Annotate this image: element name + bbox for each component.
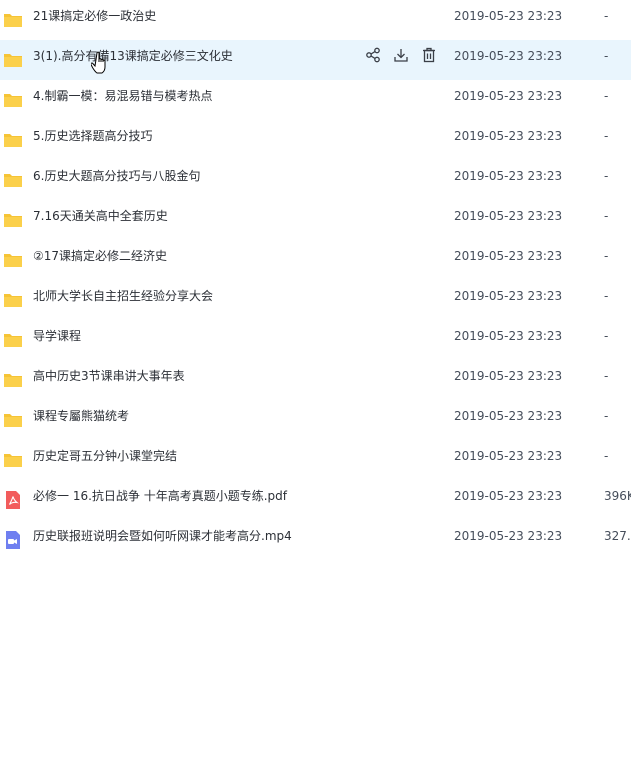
file-row[interactable]: 7.16天通关高中全套历史 2019-05-23 23:23 - <box>0 200 631 240</box>
file-size: 396K <box>604 489 631 503</box>
video-icon <box>3 530 23 550</box>
file-row[interactable]: 21课搞定必修一政治史 2019-05-23 23:23 - <box>0 0 631 40</box>
file-row[interactable]: 导学课程 2019-05-23 23:23 - <box>0 320 631 360</box>
file-name[interactable]: ②17课搞定必修二经济史 <box>33 240 167 272</box>
file-size: - <box>604 249 609 263</box>
file-date: 2019-05-23 23:23 <box>454 209 563 223</box>
file-size: - <box>604 329 609 343</box>
file-row[interactable]: 必修一 16.抗日战争 十年高考真题小题专练.pdf 2019-05-23 23… <box>0 480 631 520</box>
file-name[interactable]: 4.制霸一模：易混易错与模考热点 <box>33 80 212 112</box>
file-date: 2019-05-23 23:23 <box>454 289 563 303</box>
share-icon[interactable] <box>364 46 382 64</box>
file-date: 2019-05-23 23:23 <box>454 9 563 23</box>
file-date: 2019-05-23 23:23 <box>454 49 563 63</box>
file-size: - <box>604 49 609 63</box>
file-name[interactable]: 3(1).高分有備13课搞定必修三文化史 <box>33 40 233 72</box>
folder-icon <box>3 130 23 150</box>
trash-icon[interactable] <box>420 46 438 64</box>
file-row[interactable]: 5.历史选择题高分技巧 2019-05-23 23:23 - <box>0 120 631 160</box>
file-date: 2019-05-23 23:23 <box>454 169 563 183</box>
file-name[interactable]: 历史定哥五分钟小课堂完结 <box>33 440 177 472</box>
file-date: 2019-05-23 23:23 <box>454 449 563 463</box>
file-name[interactable]: 导学课程 <box>33 320 81 352</box>
file-date: 2019-05-23 23:23 <box>454 329 563 343</box>
row-actions <box>364 46 438 66</box>
file-date: 2019-05-23 23:23 <box>454 529 563 543</box>
folder-icon <box>3 410 23 430</box>
file-size: - <box>604 369 609 383</box>
file-name[interactable]: 6.历史大题高分技巧与八股金句 <box>33 160 200 192</box>
file-name[interactable]: 历史联报班说明会暨如何听网课才能考高分.mp4 <box>33 520 292 552</box>
folder-icon <box>3 210 23 230</box>
file-name[interactable]: 高中历史3节课串讲大事年表 <box>33 360 185 392</box>
download-icon[interactable] <box>392 46 410 64</box>
folder-icon <box>3 370 23 390</box>
file-size: - <box>604 409 609 423</box>
folder-icon <box>3 10 23 30</box>
file-name[interactable]: 7.16天通关高中全套历史 <box>33 200 168 232</box>
file-name[interactable]: 课程专屬熊猫统考 <box>33 400 129 432</box>
file-row[interactable]: 历史联报班说明会暨如何听网课才能考高分.mp4 2019-05-23 23:23… <box>0 520 631 560</box>
folder-icon <box>3 290 23 310</box>
file-name[interactable]: 必修一 16.抗日战争 十年高考真题小题专练.pdf <box>33 480 287 512</box>
file-size: - <box>604 169 609 183</box>
file-list: 21课搞定必修一政治史 2019-05-23 23:23 - 3(1).高分有備… <box>0 0 631 560</box>
file-size: - <box>604 9 609 23</box>
file-row[interactable]: 4.制霸一模：易混易错与模考热点 2019-05-23 23:23 - <box>0 80 631 120</box>
file-size: - <box>604 289 609 303</box>
file-row[interactable]: ②17课搞定必修二经济史 2019-05-23 23:23 - <box>0 240 631 280</box>
file-date: 2019-05-23 23:23 <box>454 489 563 503</box>
file-row[interactable]: 历史定哥五分钟小课堂完结 2019-05-23 23:23 - <box>0 440 631 480</box>
folder-icon <box>3 50 23 70</box>
pdf-icon <box>3 490 23 510</box>
file-size: 327.8 <box>604 529 631 543</box>
file-row-hovered[interactable]: 3(1).高分有備13课搞定必修三文化史 2019-05-23 23:23 - <box>0 40 631 80</box>
file-name[interactable]: 北师大学长自主招生经验分享大会 <box>33 280 213 312</box>
file-size: - <box>604 209 609 223</box>
file-row[interactable]: 高中历史3节课串讲大事年表 2019-05-23 23:23 - <box>0 360 631 400</box>
file-size: - <box>604 129 609 143</box>
folder-icon <box>3 250 23 270</box>
file-name[interactable]: 21课搞定必修一政治史 <box>33 0 156 32</box>
folder-icon <box>3 330 23 350</box>
file-size: - <box>604 89 609 103</box>
file-row[interactable]: 课程专屬熊猫统考 2019-05-23 23:23 - <box>0 400 631 440</box>
folder-icon <box>3 170 23 190</box>
file-date: 2019-05-23 23:23 <box>454 409 563 423</box>
file-date: 2019-05-23 23:23 <box>454 129 563 143</box>
file-size: - <box>604 449 609 463</box>
folder-icon <box>3 90 23 110</box>
file-row[interactable]: 6.历史大题高分技巧与八股金句 2019-05-23 23:23 - <box>0 160 631 200</box>
file-name[interactable]: 5.历史选择题高分技巧 <box>33 120 152 152</box>
file-date: 2019-05-23 23:23 <box>454 249 563 263</box>
file-date: 2019-05-23 23:23 <box>454 89 563 103</box>
folder-icon <box>3 450 23 470</box>
file-row[interactable]: 北师大学长自主招生经验分享大会 2019-05-23 23:23 - <box>0 280 631 320</box>
file-date: 2019-05-23 23:23 <box>454 369 563 383</box>
